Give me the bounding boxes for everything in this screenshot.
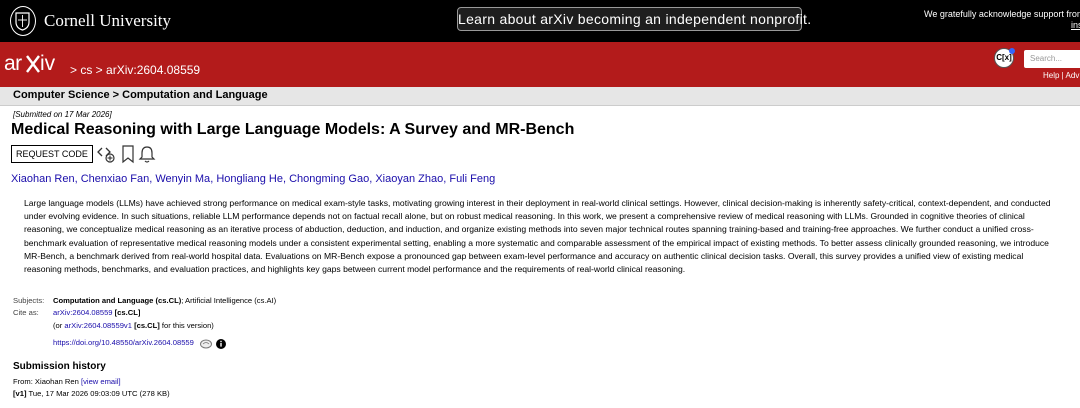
doi-icons xyxy=(200,339,226,349)
paper-title: Medical Reasoning with Large Language Mo… xyxy=(11,121,575,138)
version-link[interactable]: arXiv:2604.08559v1 xyxy=(64,321,132,330)
other-subjects: ; Artificial Intelligence (cs.AI) xyxy=(181,296,277,305)
info-icon[interactable] xyxy=(216,339,226,349)
view-email-link[interactable]: [view email] xyxy=(81,377,121,386)
acknowledgement-link[interactable]: ins xyxy=(1071,20,1080,30)
submission-date: [Submitted on 17 Mar 2026] xyxy=(13,110,112,119)
v1-link[interactable]: [v1] xyxy=(13,389,27,398)
submitter-name: From: Xiaohan Ren xyxy=(13,377,81,386)
submitter-row: From: Xiaohan Ren [view email] xyxy=(13,377,121,386)
cite-link[interactable]: arXiv:2604.08559 xyxy=(53,308,113,317)
svg-text:iv: iv xyxy=(40,52,56,75)
subject-breadcrumb: Computer Science > Computation and Langu… xyxy=(13,89,268,101)
abstract: Large language models (LLMs) have achiev… xyxy=(24,198,1051,275)
primary-subject: Computation and Language (cs.CL) xyxy=(53,296,182,305)
doi-row: https://doi.org/10.48550/arXiv.2604.0855… xyxy=(13,338,194,347)
institution-name[interactable]: Cornell University xyxy=(44,11,171,31)
acknowledgement-text: We gratefully acknowledge support from t… xyxy=(924,9,1080,19)
bell-icon[interactable] xyxy=(138,144,156,164)
cite-label: Cite as: xyxy=(13,308,39,317)
top-bar: Cornell University Learn about arXiv bec… xyxy=(0,0,1080,42)
author-link[interactable]: Wenyin Ma xyxy=(155,173,210,185)
version-history-row: [v1] Tue, 17 Mar 2026 09:03:09 UTC (278 … xyxy=(13,389,170,398)
arxiv-header: ar iv > cs > arXiv:2604.08559 C[x] Searc… xyxy=(0,42,1080,87)
search-input[interactable]: Search... xyxy=(1024,50,1080,68)
submission-history-heading: Submission history xyxy=(13,361,106,372)
version-prefix: (or xyxy=(53,321,65,330)
bookmark-icon[interactable] xyxy=(120,144,136,164)
author-link[interactable]: Chenxiao Fan xyxy=(81,173,150,185)
cornell-seal-icon[interactable] xyxy=(10,6,36,36)
author-list: Xiaohan Ren, Chenxiao Fan, Wenyin Ma, Ho… xyxy=(11,173,496,185)
breadcrumb-paper-id[interactable]: arXiv:2604.08559 xyxy=(106,63,200,77)
notification-dot-icon xyxy=(1009,48,1015,54)
author-link[interactable]: Fuli Feng xyxy=(449,173,495,185)
svg-text:ar: ar xyxy=(4,52,22,75)
breadcrumb-sep: > xyxy=(92,63,107,77)
cite-row: Cite as: arXiv:2604.08559 [cs.CL] xyxy=(13,308,140,317)
datacite-icon[interactable] xyxy=(200,339,212,349)
breadcrumb-cs[interactable]: cs xyxy=(80,63,92,77)
cite-category: [cs.CL] xyxy=(112,308,141,317)
doi-link[interactable]: https://doi.org/10.48550/arXiv.2604.0855… xyxy=(53,338,194,347)
arxiv-logo[interactable]: ar iv xyxy=(4,50,66,76)
version-category: [cs.CL] xyxy=(131,321,160,330)
breadcrumb: > cs > arXiv:2604.08559 xyxy=(70,63,200,77)
announcement-button[interactable]: Learn about arXiv becoming an independen… xyxy=(457,7,811,31)
author-link[interactable]: Xiaohan Ren xyxy=(11,173,75,185)
author-link[interactable]: Xiaoyan Zhao xyxy=(375,173,443,185)
subjects-label: Subjects: xyxy=(13,296,45,305)
author-link[interactable]: Chongming Gao xyxy=(289,173,369,185)
version-suffix: for this version) xyxy=(159,321,214,330)
subject-band: Computer Science > Computation and Langu… xyxy=(0,87,1080,106)
author-link[interactable]: Hongliang He xyxy=(216,173,283,185)
help-advanced-links[interactable]: Help | Adv xyxy=(1043,71,1079,80)
request-code-button[interactable]: REQUEST CODE xyxy=(11,145,93,163)
v1-details: Tue, 17 Mar 2026 09:03:09 UTC (278 KB) xyxy=(26,389,170,398)
breadcrumb-sep: > xyxy=(70,63,81,77)
code-add-icon[interactable] xyxy=(96,144,116,164)
subjects-row: Subjects: Computation and Language (cs.CL… xyxy=(13,296,276,305)
version-row: (or arXiv:2604.08559v1 [cs.CL] for this … xyxy=(13,321,214,330)
